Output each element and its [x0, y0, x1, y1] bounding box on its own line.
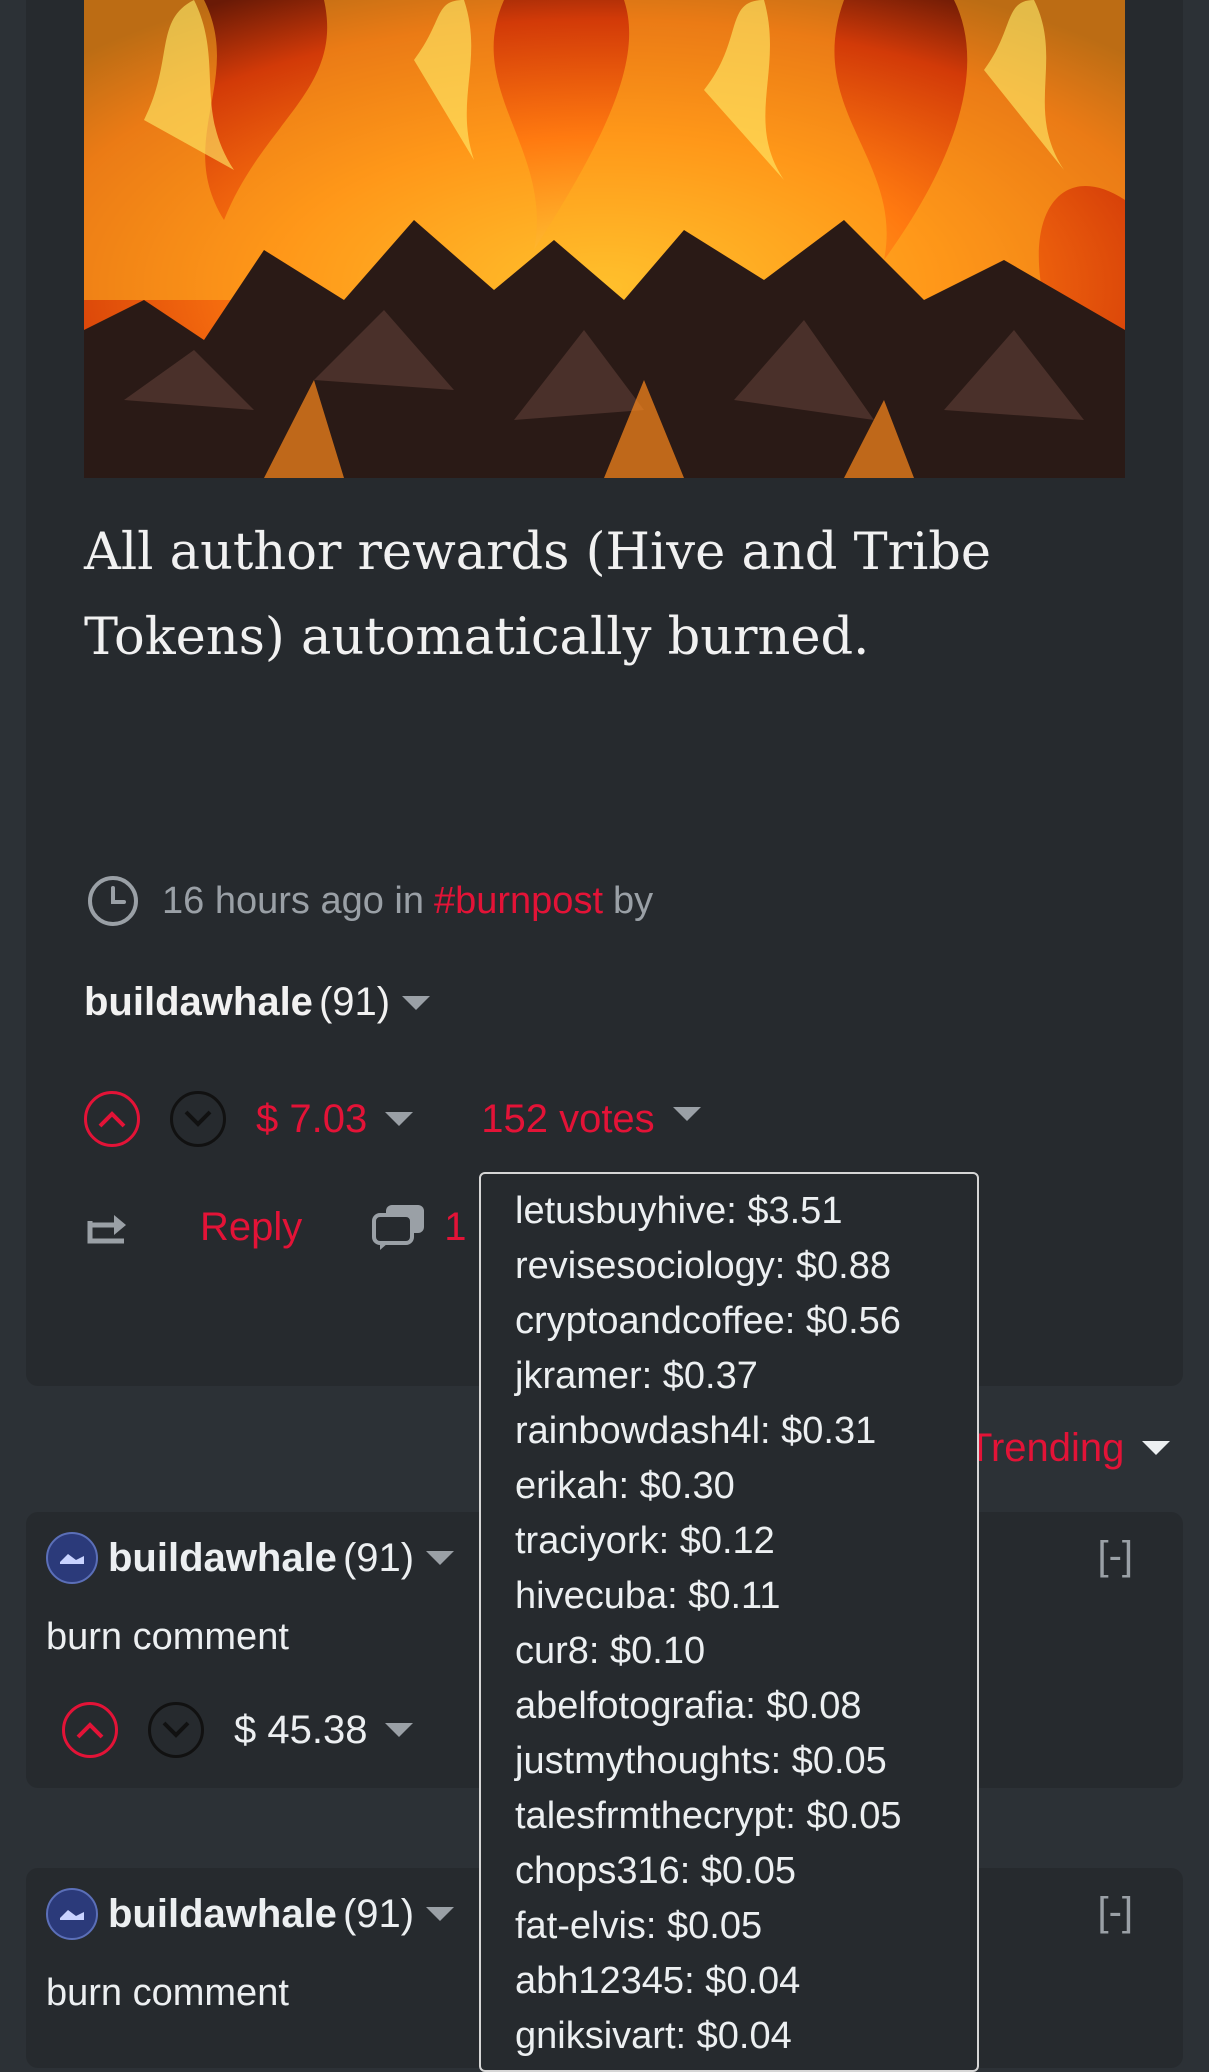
post-body: All author rewards (Hive and Tribe Token…	[84, 523, 992, 667]
upvote-button[interactable]	[84, 1091, 140, 1147]
avatar[interactable]	[46, 1888, 98, 1940]
voter-item[interactable]: chops316: $0.05	[515, 1844, 977, 1899]
sort-label: Trending	[968, 1425, 1125, 1470]
voter-item[interactable]: abelfotografia: $0.08	[515, 1679, 977, 1734]
comment-author-caret-icon[interactable]	[426, 1907, 455, 1921]
comment-payout-value: $ 45.38	[234, 1707, 368, 1752]
voter-item[interactable]: fat-elvis: $0.05	[515, 1899, 977, 1954]
voter-item[interactable]: justmythoughts: $0.05	[515, 1734, 977, 1789]
downvote-icon	[162, 1721, 190, 1738]
votes-popup: letusbuyhive: $3.51 revisesociology: $0.…	[479, 1172, 979, 2072]
avatar-icon	[60, 1910, 84, 1920]
voter-item[interactable]: rainbowdash4l: $0.31	[515, 1404, 977, 1459]
voter-item[interactable]: gniksivart: $0.04	[515, 2009, 977, 2064]
sort-dropdown[interactable]: Trending	[968, 1420, 1171, 1476]
author-name[interactable]: buildawhale	[84, 980, 313, 1025]
post-hero-image[interactable]	[84, 0, 1125, 478]
reply-button[interactable]: Reply	[200, 1205, 302, 1250]
voter-item[interactable]: jkramer: $0.37	[515, 1349, 977, 1404]
post-by-label: by	[613, 879, 654, 922]
voter-item[interactable]: hivecuba: $0.11	[515, 1569, 977, 1624]
voter-item[interactable]: revisesociology: $0.88	[515, 1239, 977, 1294]
comment-payout[interactable]: $ 45.38	[234, 1707, 414, 1753]
post-tag-link[interactable]: #burnpost	[434, 880, 603, 923]
avatar-icon	[60, 1554, 84, 1564]
downvote-button[interactable]	[170, 1091, 226, 1147]
comment-upvote-button[interactable]	[62, 1702, 118, 1758]
post-action-row: Reply 1	[84, 1196, 467, 1258]
sort-caret-icon	[1142, 1441, 1171, 1455]
voter-item[interactable]: cur8: $0.10	[515, 1624, 977, 1679]
comment-count[interactable]: 1	[444, 1205, 466, 1250]
comment-vote-row: $ 45.38	[62, 1702, 414, 1758]
post-votes[interactable]: 152 votes	[481, 1096, 701, 1142]
post-author[interactable]: buildawhale (91)	[84, 980, 431, 1025]
collapse-button[interactable]: [-]	[1097, 1534, 1133, 1579]
votes-caret-icon	[672, 1107, 701, 1121]
clock-icon	[88, 876, 138, 926]
reblog-icon[interactable]	[84, 1207, 132, 1247]
voter-item[interactable]: erikah: $0.30	[515, 1459, 977, 1514]
downvote-icon	[184, 1110, 212, 1127]
post-vote-row: $ 7.03 152 votes	[84, 1088, 701, 1150]
comment-author-name[interactable]: buildawhale	[108, 1892, 337, 1937]
avatar[interactable]	[46, 1532, 98, 1584]
collapse-button[interactable]: [-]	[1097, 1890, 1133, 1935]
upvote-icon	[98, 1111, 126, 1128]
voter-item[interactable]: abh12345: $0.04	[515, 1954, 977, 2009]
payout-caret-icon	[385, 1112, 414, 1126]
comment-header: buildawhale (91)	[46, 1532, 455, 1584]
author-reputation: (91)	[318, 980, 391, 1024]
post-payout[interactable]: $ 7.03	[256, 1096, 414, 1142]
upvote-icon	[76, 1722, 104, 1739]
comment-payout-caret-icon	[385, 1723, 414, 1737]
comment-header: buildawhale (91)	[46, 1888, 455, 1940]
comments-icon[interactable]	[372, 1203, 426, 1251]
comment-author-caret-icon[interactable]	[426, 1551, 455, 1565]
comment-author-name[interactable]: buildawhale	[108, 1536, 337, 1581]
post-payout-value: $ 7.03	[256, 1096, 368, 1141]
comment-downvote-button[interactable]	[148, 1702, 204, 1758]
comment-author-reputation: (91)	[342, 1891, 415, 1936]
voter-item[interactable]: traciyork: $0.12	[515, 1514, 977, 1569]
voter-item[interactable]: talesfrmthecrypt: $0.05	[515, 1789, 977, 1844]
voter-item[interactable]: letusbuyhive: $3.51	[515, 1184, 977, 1239]
fire-image	[84, 0, 1125, 478]
author-menu-caret-icon[interactable]	[402, 995, 431, 1010]
post-time: 16 hours ago in	[162, 879, 424, 922]
comment-author-reputation: (91)	[342, 1535, 415, 1580]
comment-body: burn comment	[46, 1972, 289, 2014]
comment-body: burn comment	[46, 1616, 289, 1658]
voter-item[interactable]: cryptoandcoffee: $0.56	[515, 1294, 977, 1349]
post-meta: 16 hours ago in #burnpost by	[86, 870, 653, 932]
post-votes-label: 152 votes	[481, 1096, 655, 1141]
